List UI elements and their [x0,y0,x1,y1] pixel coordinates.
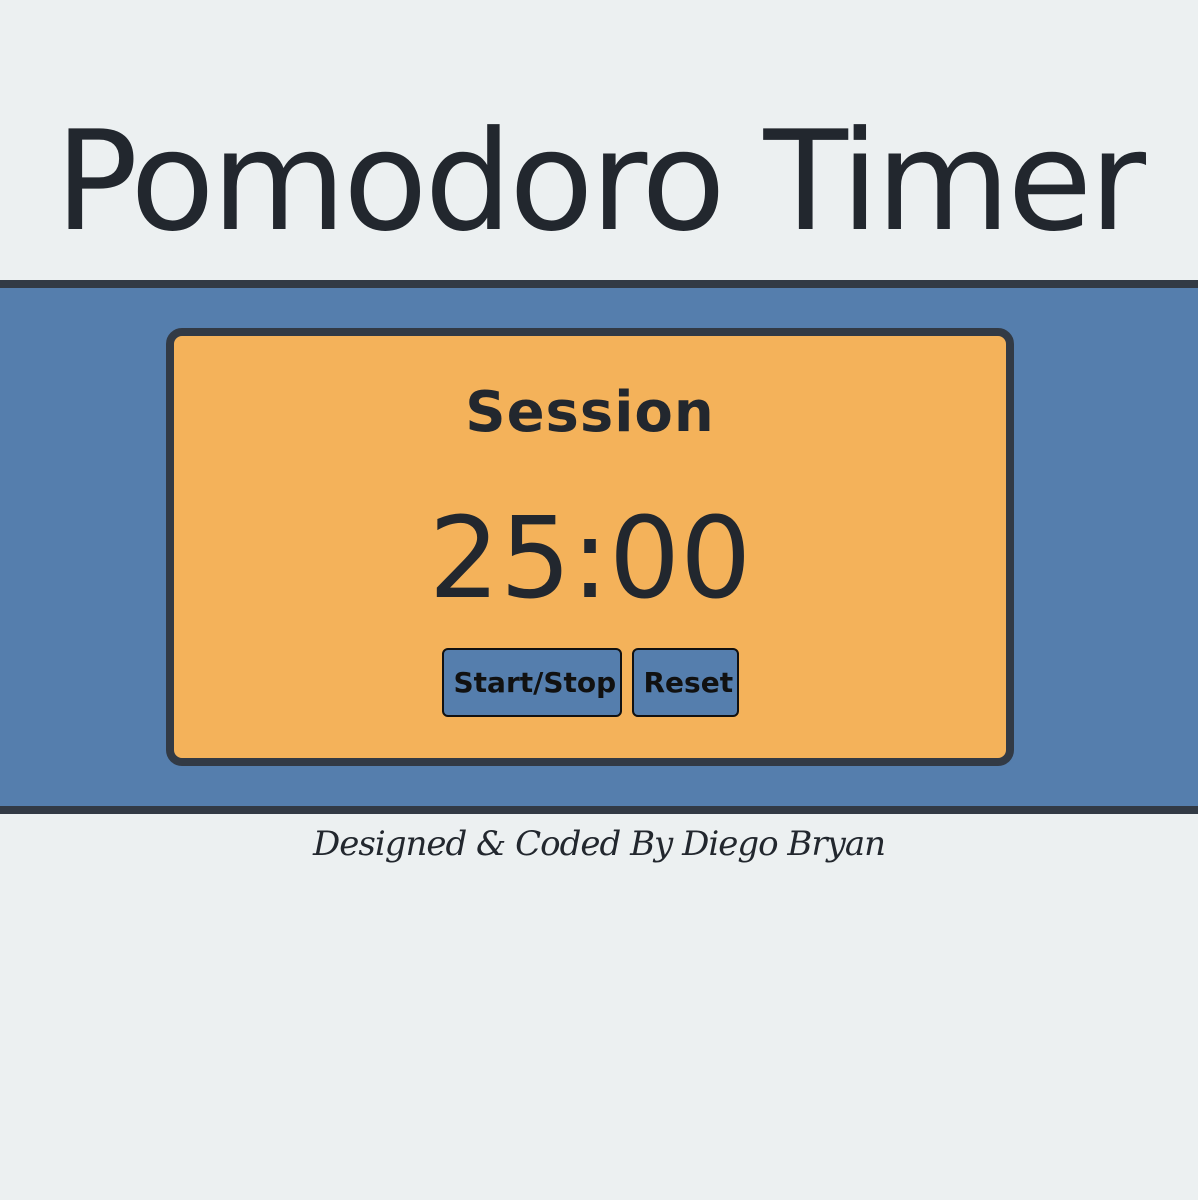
session-label: Session [465,380,715,445]
footer-credit: Designed & Coded By Diego Bryan [313,824,886,864]
time-display: 25:00 [428,494,752,624]
timer-controls: Start/Stop Reset [174,648,1006,718]
timer-card: Session 25:00 Start/Stop Reset [166,328,1014,766]
app-title: Pomodoro Timer [54,101,1146,262]
reset-button[interactable]: Reset [631,648,739,717]
start-stop-button[interactable]: Start/Stop [441,648,622,717]
